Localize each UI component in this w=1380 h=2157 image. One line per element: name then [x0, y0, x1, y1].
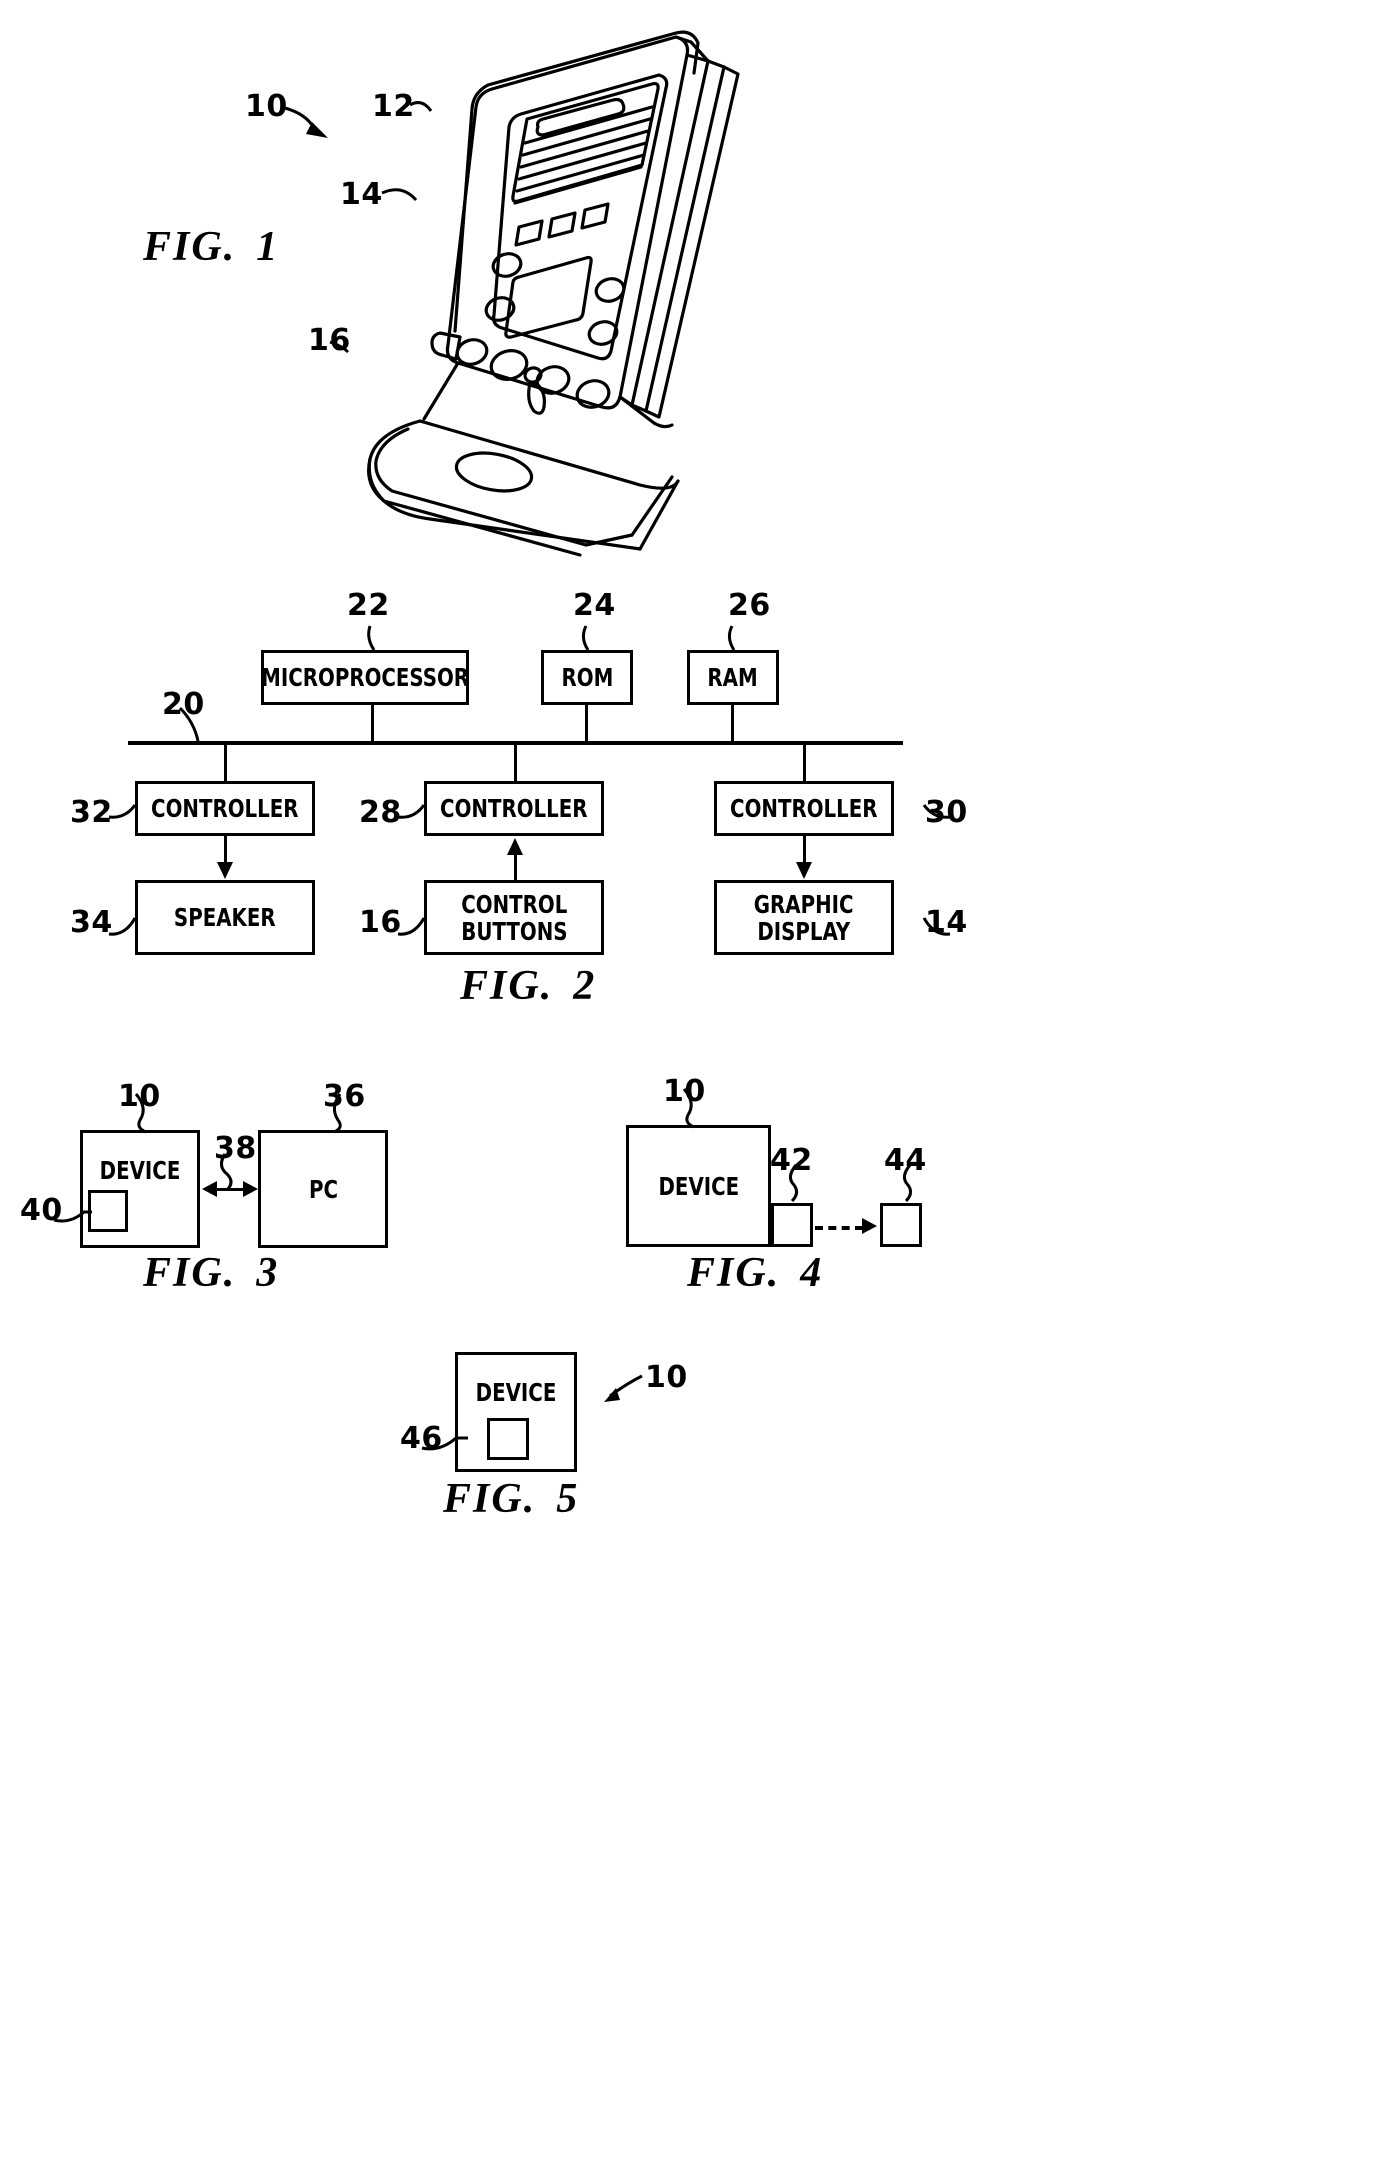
figure-5: DEVICE 46 10 FIG. 5	[0, 0, 1380, 2157]
fig5-ref-10: 10	[645, 1360, 688, 1395]
fig5-device-label: DEVICE	[475, 1378, 557, 1407]
fig5-ref-46: 46	[400, 1421, 443, 1456]
fig5-caption-number: 5	[556, 1476, 580, 1522]
fig5-caption: FIG. 5	[443, 1478, 579, 1520]
patent-drawing-sheet: 10 12 14 16 FIG. 1 MICROPROCESSOR ROM RAM…	[0, 0, 1380, 2157]
fig5-caption-prefix: FIG.	[443, 1476, 537, 1522]
fig5-block-module	[487, 1418, 529, 1460]
